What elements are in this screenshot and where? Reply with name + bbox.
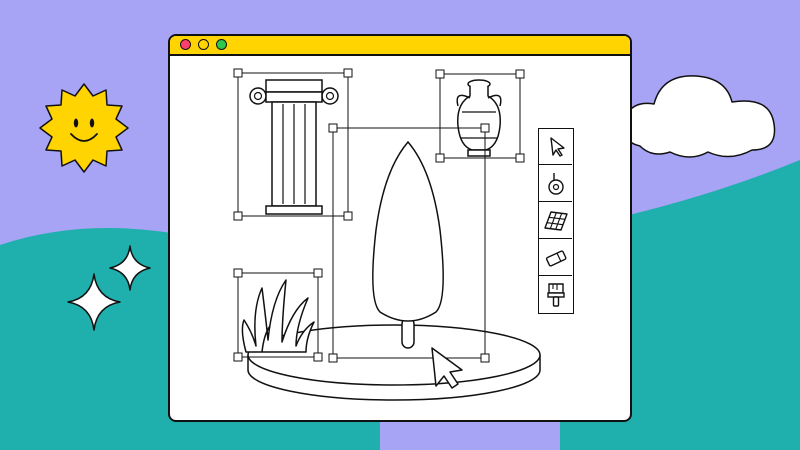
maximize-button[interactable]: [216, 39, 227, 50]
grid-tool-button[interactable]: [539, 203, 572, 239]
select-tool-button[interactable]: [539, 129, 572, 165]
column[interactable]: [249, 79, 339, 215]
minimize-button[interactable]: [198, 39, 209, 50]
close-button[interactable]: [180, 39, 191, 50]
vase[interactable]: [456, 79, 502, 157]
tool-palette: [538, 128, 574, 314]
arrow-cursor-icon: [550, 137, 565, 157]
title-bar: [170, 36, 630, 56]
sun-eye-right: [89, 118, 95, 128]
eraser-icon: [545, 250, 567, 267]
brush-tool-button[interactable]: [539, 277, 572, 313]
grid-tile-icon: [544, 211, 568, 231]
grass[interactable]: [241, 279, 315, 353]
eraser-tool-button[interactable]: [539, 240, 572, 276]
paintbrush-icon: [547, 283, 565, 307]
pin-icon: [548, 173, 564, 195]
pin-tool-button[interactable]: [539, 166, 572, 202]
tree[interactable]: [372, 140, 444, 349]
sun-eye-left: [73, 118, 79, 128]
